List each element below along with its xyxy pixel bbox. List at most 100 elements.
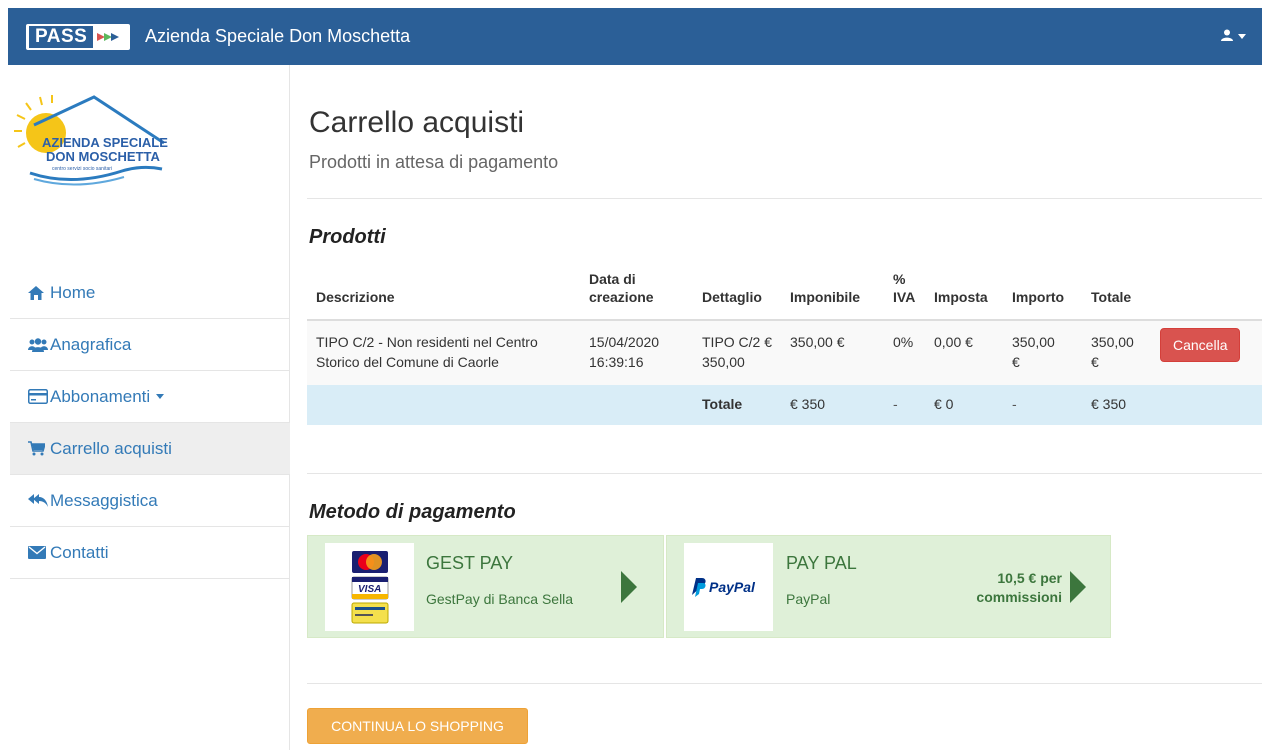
- cell-data: 15/04/2020 16:39:16: [580, 320, 693, 385]
- sidebar-item-carrello[interactable]: Carrello acquisti: [10, 423, 290, 475]
- shopping-cart-icon: [28, 440, 48, 458]
- credit-cards-icon: VISA: [325, 543, 414, 631]
- sidebar-item-label: Contatti: [50, 542, 109, 562]
- cell-totale: 350,00 €: [1082, 320, 1151, 385]
- totals-label: Totale: [702, 396, 743, 412]
- col-importo: Importo: [1012, 289, 1065, 305]
- totale-line2: €: [1091, 354, 1099, 370]
- paypal-logo-text: PayPal: [709, 579, 756, 595]
- col-imponibile: Imponibile: [790, 289, 860, 305]
- divider: [307, 683, 1262, 684]
- sidebar-item-label: Carrello acquisti: [50, 438, 172, 458]
- sidebar-item-home[interactable]: Home: [10, 267, 290, 319]
- top-navbar: PASS Azienda Speciale Don Moschetta: [8, 8, 1262, 65]
- importo-line2: €: [1012, 354, 1020, 370]
- app-title: Azienda Speciale Don Moschetta: [145, 26, 411, 46]
- company-logo: AZIENDA SPECIALE DON MOSCHETTA centro se…: [12, 91, 172, 191]
- importo-line1: 350,00: [1012, 334, 1055, 350]
- arrow-right-icon: [1070, 571, 1086, 603]
- totals-importo: -: [1012, 396, 1017, 412]
- cell-imponibile: 350,00 €: [790, 334, 845, 350]
- chevron-down-icon: [1238, 33, 1246, 39]
- commission-note: 10,5 € per commissioni: [976, 569, 1062, 607]
- payment-method-name: PAY PAL: [786, 553, 857, 573]
- sidebar-item-label: Messaggistica: [50, 490, 158, 510]
- col-imposta: Imposta: [934, 289, 988, 305]
- totale-line1: 350,00: [1091, 334, 1134, 350]
- cell-empty: [307, 385, 580, 425]
- col-iva: % IVA: [884, 270, 925, 320]
- desc-line1: TIPO C/2 - Non residenti nel Centro: [316, 334, 538, 350]
- sidebar-item-anagrafica[interactable]: Anagrafica: [10, 319, 290, 371]
- payment-method-gestpay[interactable]: VISA GEST PAY GestPay di Banca Sella: [307, 535, 664, 638]
- logo-line3: centro servizi socio sanitari: [52, 166, 112, 172]
- payment-method-description: GestPay di Banca Sella: [426, 591, 574, 607]
- cell-descrizione: TIPO C/2 - Non residenti nel Centro Stori…: [307, 320, 580, 385]
- totals-row: Totale € 350 - € 0 - € 350: [307, 385, 1262, 425]
- payment-method-description: PayPal: [786, 591, 831, 607]
- arrows-icon: [97, 32, 120, 42]
- table-header-row: Descrizione Data di creazione Dettaglio I…: [307, 270, 1262, 320]
- reply-all-icon: [28, 492, 48, 510]
- paypal-logo: PayPal: [684, 543, 773, 631]
- cell-imposta: 0,00 €: [934, 334, 973, 350]
- col-actions: [1151, 270, 1262, 320]
- cell-iva: 0%: [893, 334, 914, 350]
- col-descrizione: Descrizione: [316, 289, 395, 305]
- totals-imposta: € 0: [934, 396, 954, 412]
- commission-line2: commissioni: [976, 589, 1062, 605]
- cell-empty: [580, 385, 693, 425]
- payment-section-title: Metodo di pagamento: [309, 501, 516, 523]
- divider: [307, 473, 1262, 474]
- col-dettaglio: Dettaglio: [702, 289, 762, 305]
- col-iva-line1: %: [893, 271, 906, 287]
- totals-totale: € 350: [1091, 396, 1127, 412]
- delete-button[interactable]: Cancella: [1160, 328, 1241, 362]
- logo-line1: AZIENDA SPECIALE: [42, 135, 168, 150]
- products-section-title: Prodotti: [309, 226, 386, 248]
- commission-line1: 10,5 € per: [997, 570, 1062, 586]
- col-data-line1: Data di: [589, 271, 636, 287]
- cell-dettaglio: TIPO C/2 € 350,00: [693, 320, 781, 385]
- col-totale: Totale: [1091, 289, 1132, 305]
- sidebar-item-contatti[interactable]: Contatti: [10, 527, 290, 579]
- pass-logo-text: PASS: [29, 26, 94, 48]
- cell-importo: 350,00 €: [1003, 320, 1082, 385]
- user-menu-toggle[interactable]: [1221, 28, 1246, 44]
- date-value: 15/04/2020: [589, 334, 660, 350]
- divider: [307, 198, 1262, 199]
- sidebar-nav: Home Anagrafica Abbonamenti Carrello acq…: [10, 267, 290, 579]
- home-icon: [28, 284, 48, 302]
- page-subtitle: Prodotti in attesa di pagamento: [309, 152, 559, 172]
- svg-text:VISA: VISA: [358, 584, 381, 595]
- users-icon: [28, 336, 48, 354]
- user-icon: [1221, 28, 1233, 44]
- sidebar-item-abbonamenti[interactable]: Abbonamenti: [10, 371, 290, 423]
- payment-method-name: GEST PAY: [426, 553, 514, 573]
- sidebar-item-label: Anagrafica: [50, 334, 132, 354]
- table-row: TIPO C/2 - Non residenti nel Centro Stori…: [307, 320, 1262, 385]
- logo-line2: DON MOSCHETTA: [46, 149, 160, 164]
- col-data-creazione: Data di creazione: [580, 270, 693, 320]
- col-data-line2: creazione: [589, 289, 654, 305]
- page-title: Carrello acquisti: [309, 106, 525, 139]
- sidebar-item-label: Home: [50, 282, 96, 302]
- pass-logo[interactable]: PASS: [26, 24, 130, 50]
- sidebar-item-label: Abbonamenti: [50, 386, 151, 406]
- credit-card-icon: [28, 388, 48, 406]
- detail-line2: 350,00: [702, 354, 745, 370]
- continue-shopping-button[interactable]: CONTINUA LO SHOPPING: [307, 708, 528, 744]
- payment-method-paypal[interactable]: PayPal PAY PAL PayPal 10,5 € per commiss…: [666, 535, 1111, 638]
- sidebar-item-messaggistica[interactable]: Messaggistica: [10, 475, 290, 527]
- cell-empty: [1151, 385, 1262, 425]
- sidebar: AZIENDA SPECIALE DON MOSCHETTA centro se…: [10, 65, 290, 750]
- cell-actions: Cancella: [1151, 320, 1262, 385]
- arrow-right-icon: [621, 571, 637, 603]
- detail-line1: TIPO C/2 €: [702, 334, 773, 350]
- envelope-icon: [28, 544, 48, 562]
- chevron-down-icon: [156, 394, 165, 399]
- desc-line2: Storico del Comune di Caorle: [316, 354, 499, 370]
- totals-iva: -: [893, 396, 898, 412]
- time-value: 16:39:16: [589, 354, 644, 370]
- cart-table: Descrizione Data di creazione Dettaglio I…: [307, 270, 1262, 425]
